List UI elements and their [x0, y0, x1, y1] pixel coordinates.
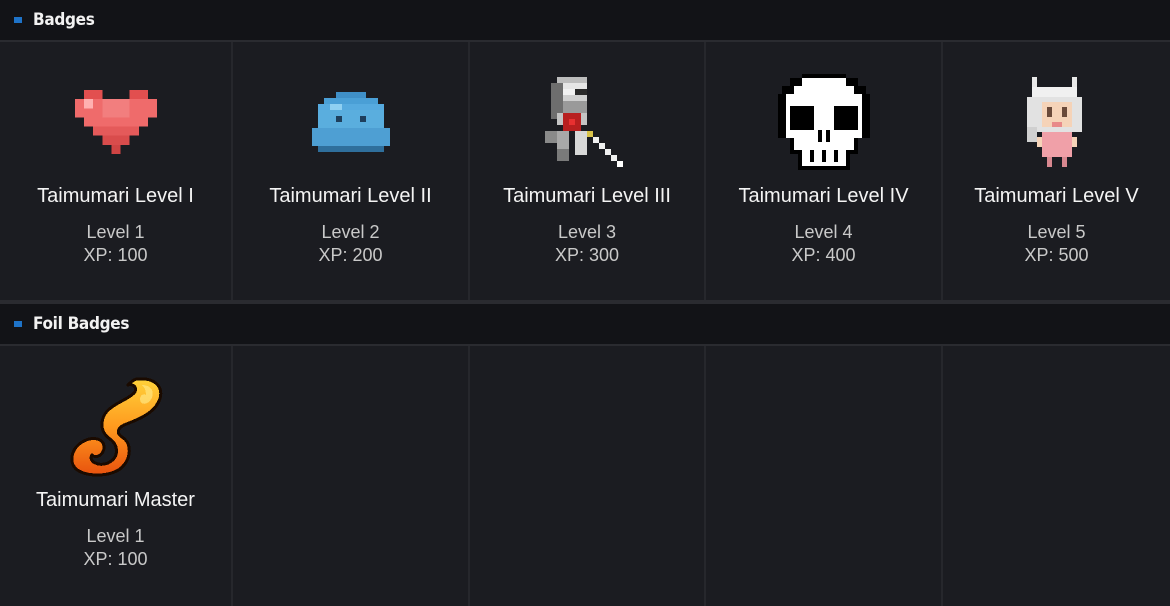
badge-name: Taimumari Level I: [37, 185, 194, 207]
foil-badges-section-header: Foil Badges: [0, 304, 1170, 346]
badge-level: Level 4: [794, 222, 853, 242]
badge-card[interactable]: Taimumari Level III Level 3 XP: 300: [470, 42, 706, 300]
badge-xp: XP: 200: [318, 245, 383, 265]
badge-level: Level 3: [557, 222, 617, 242]
skull-icon: [706, 72, 941, 172]
empty-badge-slot: [706, 346, 943, 606]
badges-section-header: Badges: [0, 0, 1170, 42]
section-title: Foil Badges: [33, 314, 130, 334]
empty-badge-slot: [943, 346, 1170, 606]
heart-icon: [0, 72, 231, 172]
badge-card[interactable]: Taimumari Level IV Level 4 XP: 400: [706, 42, 943, 300]
slime-icon: [233, 72, 468, 172]
badge-xp: XP: 100: [83, 549, 148, 569]
girl-sprite-icon: [943, 72, 1170, 172]
badge-level: Level 1: [86, 526, 145, 546]
flame-s-icon: [0, 376, 231, 477]
badge-name: Taimumari Master: [36, 489, 195, 511]
badge-name: Taimumari Level III: [503, 185, 671, 207]
badge-level: Level 1: [86, 222, 145, 242]
badge-card[interactable]: Taimumari Level V Level 5 XP: 500: [943, 42, 1170, 300]
badge-level: Level 2: [321, 222, 380, 242]
badge-xp: XP: 100: [83, 245, 148, 265]
badge-xp: XP: 300: [554, 245, 620, 265]
section-marker: [14, 321, 22, 327]
badge-level: Level 5: [1027, 222, 1086, 242]
badge-card[interactable]: Taimumari Level I Level 1 XP: 100: [0, 42, 233, 300]
badge-xp: XP: 400: [791, 245, 856, 265]
empty-badge-slot: [233, 346, 470, 606]
section-title: Badges: [33, 10, 95, 30]
badge-card[interactable]: Taimumari Master Level 1 XP: 100: [0, 346, 233, 606]
skeleton-knight-icon: [470, 72, 704, 172]
badge-name: Taimumari Level II: [269, 185, 432, 207]
badge-xp: XP: 500: [1024, 245, 1089, 265]
empty-badge-slot: [470, 346, 706, 606]
badge-name: Taimumari Level V: [974, 185, 1139, 207]
badge-card[interactable]: Taimumari Level II Level 2 XP: 200: [233, 42, 470, 300]
foil-badges-grid: Taimumari Master Level 1 XP: 100: [0, 346, 1170, 606]
badges-grid: Taimumari Level I Level 1 XP: 100 Taimum…: [0, 42, 1170, 300]
section-marker: [14, 17, 22, 23]
badge-name: Taimumari Level IV: [738, 185, 909, 207]
